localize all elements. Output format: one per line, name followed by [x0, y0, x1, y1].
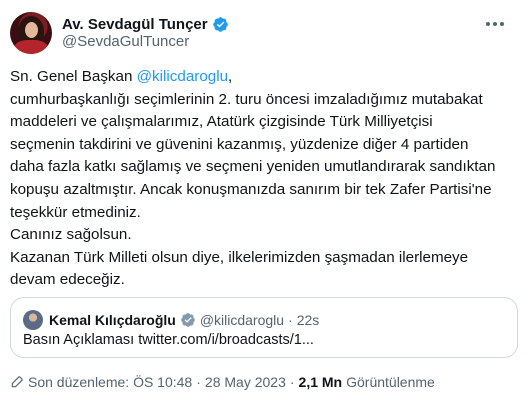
quoted-tweet-time: 22s [296, 312, 320, 328]
tweet-line: seçmenin takdirini ve güvenini kazanmış,… [10, 135, 469, 153]
separator-dot: · [196, 374, 201, 390]
author-name-row: Av. Sevdagül Tunçer [62, 14, 229, 34]
tweet-line: teşekkür etmediniz. [10, 203, 141, 221]
more-options-icon[interactable] [480, 14, 510, 34]
quoted-tweet-header: Kemal Kılıçdaroğlu @kilicdaroglu · 22s [49, 310, 319, 330]
tweet-line: Canınız sağolsun. [10, 226, 132, 244]
views-label: Görüntülenme [346, 374, 435, 390]
quoted-author-avatar [23, 310, 43, 330]
tweet-line: cumhurbaşkanlığı seçimlerinin 2. turu ön… [10, 90, 483, 108]
verified-badge-icon [180, 313, 195, 327]
tweet-text: Sn. Genel Başkan @kilicdaroglu, cumhurba… [10, 66, 522, 292]
tweet-line: Kazanan Türk Milleti olsun diye, ilkeler… [10, 248, 469, 266]
separator-dot: · [288, 312, 293, 328]
author-display-name[interactable]: Av. Sevdagül Tunçer [62, 16, 208, 33]
quoted-tweet-card[interactable]: Kemal Kılıçdaroğlu @kilicdaroglu · 22s B… [10, 297, 518, 358]
tweet-line: daha fazla katkı sağlamış ve seçmeni yen… [10, 158, 496, 176]
views-count: 2,1 Mn [298, 374, 343, 390]
tweet-card: Av. Sevdagül Tunçer @SevdaGulTuncer Sn. … [0, 0, 528, 407]
edited-label[interactable]: Son düzenleme: ÖS 10:48 [28, 374, 192, 390]
author-handle[interactable]: @SevdaGulTuncer [62, 33, 189, 50]
tweet-line: Sn. Genel Başkan @kilicdaroglu, [10, 68, 233, 85]
separator-dot: · [289, 374, 295, 390]
tweet-line: maddeleri ve çalışmalarımız, Atatürk çiz… [10, 113, 433, 131]
author-avatar[interactable] [10, 12, 52, 54]
quoted-author-handle: @kilicdaroglu [199, 312, 285, 328]
quoted-author-name: Kemal Kılıçdaroğlu [49, 312, 176, 328]
verified-badge-icon [212, 16, 228, 32]
tweet-line: devam edeceğiz. [10, 271, 125, 289]
quoted-tweet-text: Basın Açıklaması twitter.com/i/broadcast… [23, 332, 314, 348]
tweet-line: kopuşu azaltmıştır. Ancak konuşmanızda s… [10, 180, 492, 198]
pencil-icon [11, 376, 23, 388]
mention-link[interactable]: @kilicdaroglu [137, 68, 228, 85]
tweet-date[interactable]: 28 May 2023 [205, 374, 286, 390]
tweet-meta: Son düzenleme: ÖS 10:48 · 28 May 2023 · … [10, 372, 435, 392]
